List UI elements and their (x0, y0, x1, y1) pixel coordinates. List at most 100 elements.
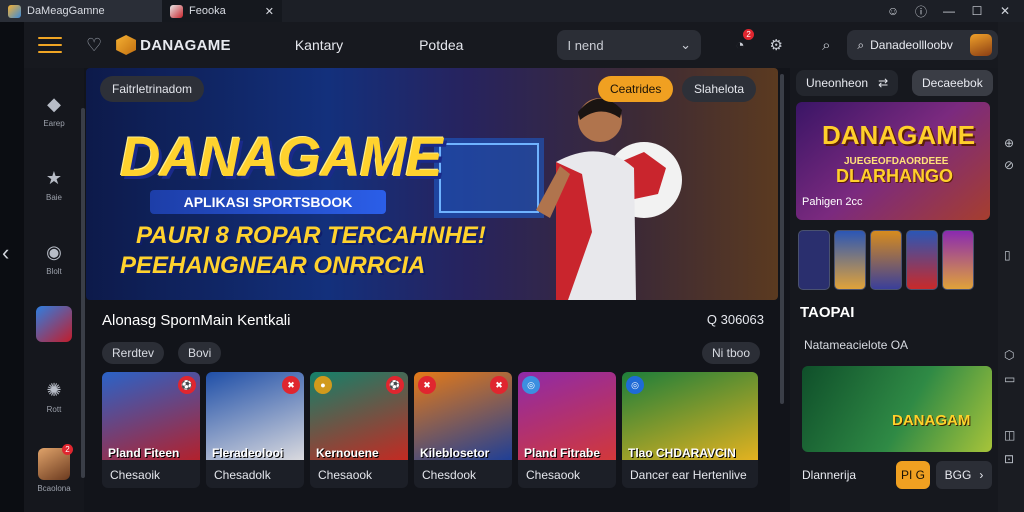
section-title: Alonasg SpornMain Kentkali (102, 312, 291, 329)
back-arrow-icon[interactable]: ‹ (2, 240, 9, 266)
rail-item-thumb[interactable] (34, 306, 74, 342)
close-window-icon[interactable]: ✕ (998, 4, 1012, 18)
thumbnail[interactable] (942, 230, 974, 290)
search-button[interactable]: ⌕ (815, 33, 837, 57)
hero-ribbon: APLIKASI SPORTSBOOK (150, 190, 386, 214)
favicon-icon (8, 4, 21, 18)
footer-secondary-button[interactable]: BGG › (936, 461, 992, 489)
brand-name: DANAGAME (140, 36, 231, 54)
hero-tagline-1: PAURI 8 ROPAR TERCAHNHE! (136, 222, 486, 249)
thumbnail[interactable] (834, 230, 866, 290)
sport-icon: ✖ (490, 376, 508, 394)
sidebar-icon[interactable]: ◫ (1004, 428, 1015, 442)
rail-item-4[interactable]: ✺ Rott (34, 380, 74, 414)
hero-tab-active[interactable]: Ceatrides (598, 76, 674, 102)
sport-icon: ✖ (282, 376, 300, 394)
right-heading: TAOPAI (800, 304, 855, 321)
card-subtitle: Chesaook (318, 468, 373, 482)
sidebar-icon[interactable]: ⊕ (1004, 136, 1014, 150)
coin-icon: ● (314, 376, 332, 394)
avatar[interactable] (970, 34, 992, 56)
filter-chip-2[interactable]: Bovi (178, 342, 222, 364)
banner-caption: Pahigen 2cc (802, 196, 863, 208)
dropdown-value: I nend (567, 37, 604, 53)
game-card[interactable]: ⚽ Pland Fiteen Chesaoik (102, 372, 200, 488)
sport-icon: ◎ (626, 376, 644, 394)
avatar: 2 (38, 444, 73, 480)
right-tab-label: Uneonheon (806, 76, 869, 90)
rail-item-profile[interactable]: 2 Bcaolona (34, 444, 74, 493)
right-panel: Uneonheon ⇄ Decaeebok DANAGAME JUEGEOFDA… (790, 68, 998, 512)
info-icon[interactable]: ⓘ (914, 3, 928, 20)
window-controls: ☺ ⓘ — ☐ ✕ (886, 3, 1024, 20)
rail-item-1[interactable]: ◆ Earep (34, 94, 74, 128)
bell-icon: ◔ (735, 36, 745, 54)
thumbnail[interactable] (798, 230, 830, 290)
card-title: Fleradeolooi (212, 446, 284, 460)
right-subheading: Natameacielote OA (804, 338, 909, 352)
game-card[interactable]: ✖ ✖ Kileblosetor Chesdook (414, 372, 512, 488)
sidebar-icon[interactable]: ⊡ (1004, 452, 1014, 466)
card-title: Pland Fitrabe (524, 446, 601, 460)
maximize-icon[interactable]: ☐ (970, 4, 984, 18)
sidebar-icon[interactable]: ▯ (1004, 248, 1011, 262)
rail-label: Baie (45, 193, 62, 202)
nav-link-2[interactable]: Potdea (419, 37, 463, 53)
hero-filter-pill[interactable]: Faitrletrinadom (100, 76, 205, 102)
category-dropdown[interactable]: I nend ⌄ (557, 30, 702, 60)
settings-button[interactable]: ⚙ (765, 33, 787, 57)
thumbnail[interactable] (870, 230, 902, 290)
tab-active[interactable]: DaMeagGamne (0, 0, 162, 22)
sidebar-icon[interactable]: ⊘ (1004, 158, 1014, 172)
section-search-count[interactable]: Q 306063 (707, 312, 764, 327)
extension-icon[interactable]: ☺ (886, 4, 900, 18)
sport-icon: ◎ (522, 376, 540, 394)
filter-chip-1[interactable]: Rerdtev (102, 342, 165, 364)
app-window: ♡ DANAGAME Kantary Potdea I nend ⌄ ◔ 2 ⚙… (24, 22, 998, 512)
right-promo-card[interactable]: DANAGAM (802, 366, 992, 452)
sport-thumbnail (36, 306, 72, 342)
user-search-box[interactable]: ⌕ Danadeollloobv (847, 30, 998, 60)
hero-tab[interactable]: Slahelota (682, 76, 757, 102)
footer-primary-button[interactable]: PI G (896, 461, 930, 489)
right-promo-banner[interactable]: DANAGAME JUEGEOFDAORDEEE DLARHANGO Pahig… (796, 102, 990, 220)
main-scrollbar[interactable] (780, 74, 784, 404)
rail-item-2[interactable]: ★ Baie (34, 168, 74, 202)
rail-label: Rott (46, 405, 62, 414)
sport-icon: ✖ (418, 376, 436, 394)
swap-icon: ⇄ (878, 76, 889, 90)
brand-logo[interactable]: DANAGAME (116, 35, 231, 55)
game-card[interactable]: ◎ Tlao CHDARAVCIN Dancer ear Hertenlive (622, 372, 758, 488)
tab-secondary[interactable]: Feooka ✕ (162, 0, 282, 22)
filter-chip-right[interactable]: Ni tboo (702, 342, 761, 364)
sidebar-icon[interactable]: ▭ (1004, 372, 1015, 386)
game-card[interactable]: ● ⚽ Kernouene Chesaook (310, 372, 408, 488)
thumbnail[interactable] (906, 230, 938, 290)
profile-badge: 2 (62, 444, 73, 455)
banner-title: DANAGAME (822, 120, 976, 150)
hero-banner[interactable]: Faitrletrinadom Ceatrides Slahelota DANA… (86, 68, 778, 300)
rail-item-3[interactable]: ◉ Blolt (34, 242, 74, 276)
search-icon: ⌕ (822, 36, 831, 54)
chevron-down-icon: ⌄ (680, 37, 692, 52)
card-title: Kernouene (316, 446, 379, 460)
user-label: Danadeollloobv (870, 38, 953, 52)
right-tab-1[interactable]: Uneonheon ⇄ (796, 70, 899, 96)
hero-tagline-2: PEEHANGNEAR ONRRCIA (120, 252, 426, 279)
notification-button[interactable]: ◔ 2 (729, 29, 755, 57)
sidebar-icon[interactable]: ⬡ (1004, 348, 1014, 362)
rail-scrollbar[interactable] (81, 108, 85, 478)
browser-titlebar: DaMeagGamne Feooka ✕ ☺ ⓘ — ☐ ✕ (0, 0, 1024, 22)
menu-icon[interactable] (38, 37, 62, 53)
pin-icon: ◉ (46, 242, 62, 262)
game-card[interactable]: ✖ Fleradeolooi Chesadolk (206, 372, 304, 488)
right-tab-2[interactable]: Decaeebok (912, 70, 993, 96)
close-tab-icon[interactable]: ✕ (265, 5, 274, 18)
game-card[interactable]: ◎ Pland Fitrabe Chesaook (518, 372, 616, 488)
sport-icon: ⚽ (178, 376, 196, 394)
footer-button-label: BGG (944, 468, 972, 482)
minimize-icon[interactable]: — (942, 4, 956, 18)
nav-link-1[interactable]: Kantary (295, 37, 343, 53)
diamond-icon: ◆ (47, 94, 61, 114)
heart-icon[interactable]: ♡ (86, 35, 102, 56)
